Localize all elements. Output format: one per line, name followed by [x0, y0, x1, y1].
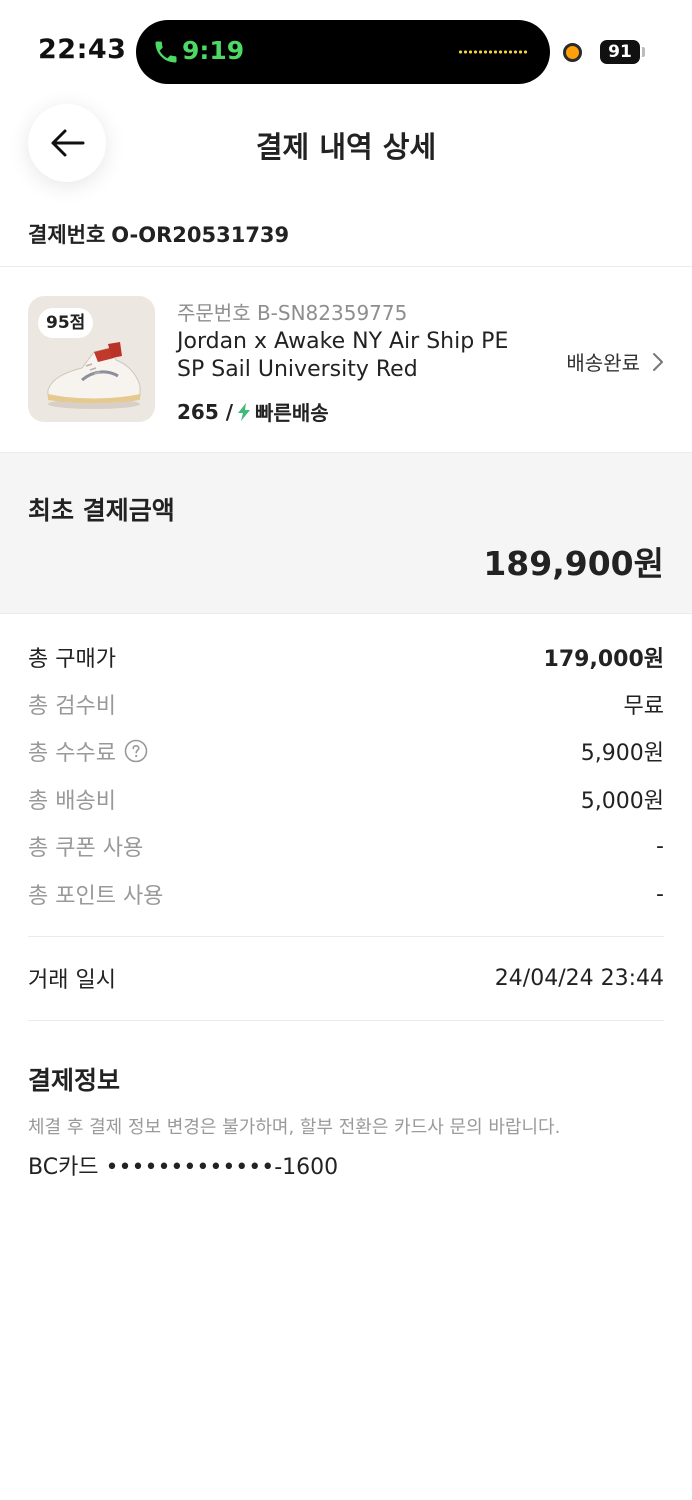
delivery-status-label: 배송완료 [566, 351, 640, 375]
shipping-type: 빠른배송 [255, 401, 329, 425]
fee-label: 총 검수비 [28, 694, 116, 719]
phone-icon [155, 41, 177, 63]
fee-label: 총 포인트 사용 [28, 884, 164, 909]
payment-number-label: 결제번호 [28, 223, 106, 247]
product-thumbnail[interactable]: 95점 [28, 296, 155, 422]
total-payment-amount: 189,900원 [483, 544, 664, 583]
audio-wave-icon [458, 48, 528, 56]
payment-number: 결제번호 O-OR20531739 [28, 219, 289, 249]
fee-row-points: 총 포인트 사용 - [28, 878, 664, 910]
fee-label-wrap: 총 수수료 [28, 735, 148, 767]
transaction-date-value: 24/04/24 23:44 [494, 965, 664, 991]
fee-row-commission: 총 수수료 5,900원 [28, 735, 664, 767]
fee-row-inspection: 총 검수비 무료 [28, 688, 664, 720]
product-name[interactable]: Jordan x Awake NY Air Ship PE SP Sail Un… [177, 328, 517, 384]
fee-label: 총 쿠폰 사용 [28, 836, 144, 861]
order-number: 주문번호 B-SN82359775 [177, 301, 408, 325]
battery-tip [642, 47, 645, 57]
sneaker-image [47, 342, 141, 409]
dynamic-island[interactable]: 9:19 [136, 20, 550, 84]
help-icon[interactable] [124, 739, 148, 763]
fee-label: 총 구매가 [28, 647, 116, 672]
payment-info-title: 결제정보 [28, 1066, 121, 1095]
fee-row-purchase-price: 총 구매가 179,000원 [28, 641, 664, 673]
battery-level: 91 [608, 42, 632, 62]
fee-value: 179,000원 [543, 647, 664, 672]
condition-score-badge: 95점 [38, 308, 94, 338]
fee-value: 5,000원 [580, 789, 664, 814]
total-payment-label: 최초 결제금액 [28, 496, 175, 525]
status-time: 22:43 [38, 34, 127, 65]
product-options: 265 / 빠른배송 [177, 397, 329, 426]
fee-value: 5,900원 [580, 741, 664, 766]
payment-card: BC카드 •••••••••••••-1600 [28, 1155, 339, 1180]
product-size: 265 / [177, 399, 234, 424]
divider [28, 936, 664, 937]
payment-info-note: 체결 후 결제 정보 변경은 불가하며, 할부 전환은 카드사 문의 바랍니다. [28, 1117, 561, 1138]
fee-value: - [656, 881, 664, 907]
battery-icon: 91 [600, 40, 640, 64]
divider [0, 266, 692, 267]
chevron-right-icon [653, 352, 663, 371]
delivery-status-link[interactable]: 배송완료 [566, 347, 664, 376]
fee-value: 무료 [623, 694, 664, 719]
recording-indicator-icon [563, 43, 582, 62]
payment-number-value: O-OR20531739 [111, 223, 290, 247]
fee-label: 총 수수료 [28, 741, 116, 766]
divider [28, 1020, 664, 1021]
lightning-icon [238, 402, 251, 421]
call-duration: 9:19 [182, 36, 245, 65]
transaction-date-label: 거래 일시 [28, 968, 116, 993]
total-payment-section: 최초 결제금액 189,900원 [0, 452, 692, 614]
transaction-date-row: 거래 일시 24/04/24 23:44 [28, 962, 664, 994]
status-bar: 22:43 9:19 91 [0, 0, 692, 96]
fee-row-coupon: 총 쿠폰 사용 - [28, 830, 664, 862]
fee-row-shipping: 총 배송비 5,000원 [28, 783, 664, 815]
fee-label: 총 배송비 [28, 789, 116, 814]
page-title: 결제 내역 상세 [255, 130, 437, 164]
fee-value: - [656, 833, 664, 859]
